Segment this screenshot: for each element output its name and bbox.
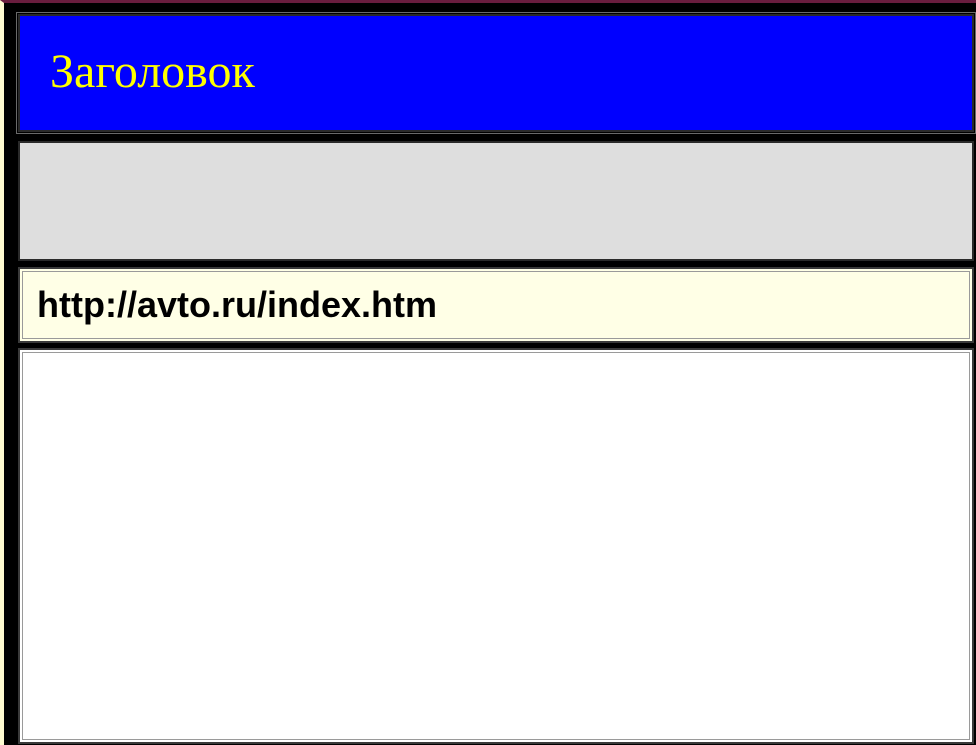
address-bar[interactable]: http://avto.ru/index.htm — [18, 267, 974, 343]
page-content-area[interactable] — [18, 348, 974, 744]
title-bar: Заголовок — [16, 12, 976, 134]
browser-window: Заголовок http://avto.ru/index.htm — [0, 0, 976, 745]
toolbar-area — [18, 141, 974, 261]
address-url[interactable]: http://avto.ru/index.htm — [37, 287, 437, 323]
window-title: Заголовок — [50, 45, 255, 98]
